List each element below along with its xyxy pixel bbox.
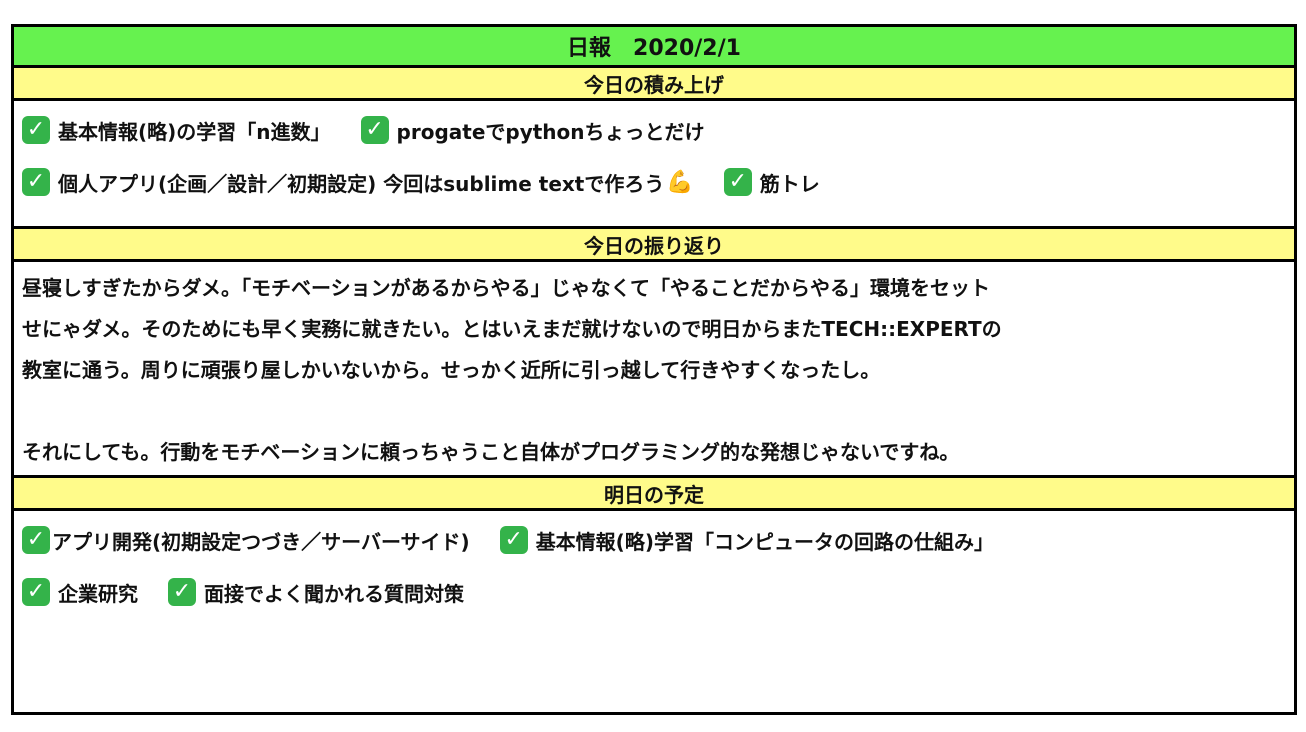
todo-item: ✓ 筋トレ [723, 168, 820, 197]
check-mark-icon: ✓ [168, 578, 196, 606]
check-mark-icon: ✓ [499, 526, 528, 554]
today-done-line: ✓ 個人アプリ(企画／設計／初期設定) 今回はsublime textで作ろう … [22, 156, 1294, 208]
daily-report: 日報 2020/2/1 今日の積み上げ ✓ 基本情報(略)の学習「n進数」 ✓ … [11, 24, 1297, 715]
check-mark-icon: ✓ [360, 116, 389, 144]
todo-item: ✓ 基本情報(略)の学習「n進数」 [22, 116, 331, 145]
today-done-line: ✓ 基本情報(略)の学習「n進数」 ✓ progateでpythonちょっとだけ [22, 104, 1294, 156]
reflection-line: 教室に通う。周りに頑張り屋しかいないから。せっかく近所に引っ越して行きやすくなっ… [22, 358, 881, 382]
tomorrow-line: ✓ アプリ開発(初期設定つづき／サーバーサイド) ✓ 基本情報(略)学習「コンピ… [22, 514, 1294, 566]
reflection-line: 昼寝しすぎたからダメ。「モチベーションがあるからやる」じゃなくて「やることだから… [22, 276, 990, 300]
tomorrow-line: ✓ 企業研究 ✓ 面接でよく聞かれる質問対策 [22, 566, 1294, 618]
reflection-line: せにゃダメ。そのためにも早く実務に就きたい。とはいえまだ就けないので明日からまた… [22, 317, 1002, 341]
todo-item: ✓ 面接でよく聞かれる質問対策 [168, 578, 464, 607]
check-mark-icon: ✓ [22, 168, 50, 196]
report-title: 日報 2020/2/1 [14, 27, 1294, 68]
check-mark-icon: ✓ [22, 578, 50, 606]
tomorrow-header: 明日の予定 [14, 478, 1294, 511]
todo-text: 筋トレ [759, 171, 820, 196]
today-done-section: ✓ 基本情報(略)の学習「n進数」 ✓ progateでpythonちょっとだけ… [14, 101, 1294, 229]
check-mark-icon: ✓ [22, 526, 50, 554]
today-done-header: 今日の積み上げ [14, 68, 1294, 101]
todo-text: アプリ開発(初期設定つづき／サーバーサイド) [52, 529, 470, 554]
reflection-header: 今日の振り返り [14, 229, 1294, 262]
todo-item: ✓ progateでpythonちょっとだけ [360, 116, 705, 145]
tomorrow-section: ✓ アプリ開発(初期設定つづき／サーバーサイド) ✓ 基本情報(略)学習「コンピ… [14, 511, 1294, 712]
check-mark-icon: ✓ [723, 168, 752, 196]
todo-text: 面接でよく聞かれる質問対策 [204, 581, 464, 606]
reflection-section: 昼寝しすぎたからダメ。「モチベーションがあるからやる」じゃなくて「やることだから… [14, 262, 1294, 478]
check-mark-icon: ✓ [22, 116, 50, 144]
todo-item: ✓ 企業研究 [22, 578, 138, 607]
todo-text: 個人アプリ(企画／設計／初期設定) 今回はsublime textで作ろう [58, 171, 665, 196]
flexed-biceps-icon: 💪 [666, 169, 694, 195]
reflection-line: それにしても。行動をモチベーションに頼っちゃうこと自体がプログラミング的な発想じ… [22, 440, 960, 464]
reflection-line [22, 391, 1294, 432]
todo-text: 企業研究 [58, 581, 138, 606]
todo-item: ✓ アプリ開発(初期設定つづき／サーバーサイド) [22, 526, 470, 555]
todo-item: ✓ 基本情報(略)学習「コンピュータの回路の仕組み」 [499, 526, 994, 555]
todo-item: ✓ 個人アプリ(企画／設計／初期設定) 今回はsublime textで作ろう … [22, 168, 694, 197]
todo-text: progateでpythonちょっとだけ [396, 119, 705, 144]
todo-text: 基本情報(略)の学習「n進数」 [58, 119, 331, 144]
todo-text: 基本情報(略)学習「コンピュータの回路の仕組み」 [535, 529, 994, 554]
